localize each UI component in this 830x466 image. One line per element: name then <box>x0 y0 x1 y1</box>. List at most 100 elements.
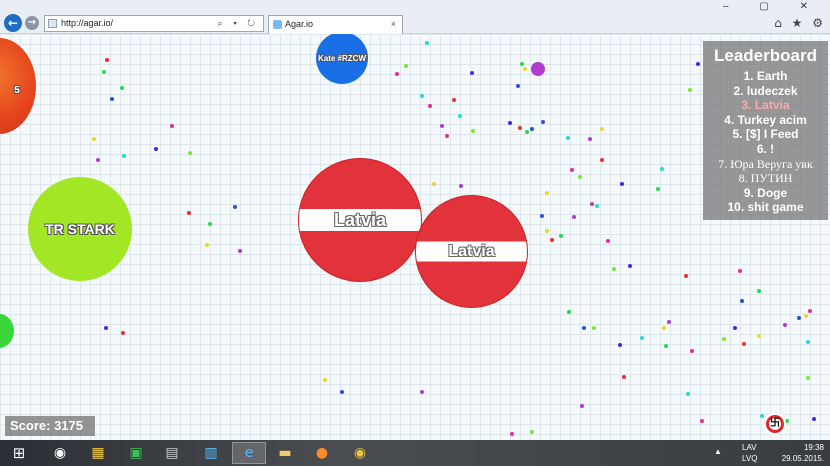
food-pellet <box>428 104 432 108</box>
food-pellet <box>812 417 816 421</box>
window-controls[interactable]: – ▢ ✕ <box>723 1 822 12</box>
leaderboard-entry: 5. [$] I Feed <box>732 127 799 142</box>
leaderboard: Leaderboard 1. Earth 2. ludeczek 3. Latv… <box>703 41 828 220</box>
food-pellet <box>395 72 399 76</box>
food-pellet <box>757 289 761 293</box>
small-green-cell <box>0 314 14 348</box>
leaderboard-entry: 1. Earth <box>743 69 788 83</box>
food-pellet <box>620 182 624 186</box>
food-pellet <box>154 147 158 151</box>
store-icon[interactable]: ▦ <box>86 442 110 464</box>
food-pellet <box>550 238 554 242</box>
game-canvas[interactable]: 5 Kate #RZCW TR STARK Latvia Latvia Lead… <box>0 34 830 440</box>
food-pellet <box>541 120 545 124</box>
excel-icon[interactable]: ▣ <box>124 442 148 464</box>
food-pellet <box>684 274 688 278</box>
food-pellet <box>523 67 527 71</box>
food-pellet <box>660 167 664 171</box>
latvia-cell-large: Latvia <box>298 158 422 282</box>
firefox-icon[interactable]: ● <box>310 442 334 464</box>
chrome-icon[interactable]: ◉ <box>48 442 72 464</box>
no-entry-badge-icon: 卐 <box>764 413 786 435</box>
food-pellet <box>445 134 449 138</box>
food-pellet <box>525 130 529 134</box>
file-explorer-icon[interactable]: ▬ <box>272 442 298 464</box>
food-pellet <box>600 127 604 131</box>
food-pellet <box>530 430 534 434</box>
food-pellet <box>122 154 126 158</box>
home-favorites-settings-icons[interactable]: ⌂ ★ ⚙ <box>774 16 826 30</box>
food-pellet <box>530 127 534 131</box>
page-icon <box>48 19 57 28</box>
tr-stark-cell-name: TR STARK <box>45 221 115 237</box>
food-pellet <box>102 70 106 74</box>
address-tools-icons[interactable]: ⌕ ▾ ↻ <box>218 16 259 31</box>
leaderboard-entry: 10. shit game <box>727 200 804 215</box>
food-pellet <box>120 86 124 90</box>
food-pellet <box>440 124 444 128</box>
food-pellet <box>92 137 96 141</box>
food-pellet <box>566 136 570 140</box>
kate-cell: Kate #RZCW <box>316 34 368 84</box>
food-pellet <box>96 158 100 162</box>
leaderboard-entry-self: 3. Latvia <box>741 98 790 113</box>
food-pellet <box>595 204 599 208</box>
food-pellet <box>404 64 408 68</box>
food-pellet <box>688 88 692 92</box>
chrome-app-icon[interactable]: ◉ <box>348 442 372 464</box>
food-pellet <box>572 215 576 219</box>
back-arrow-icon[interactable]: ← <box>4 14 22 32</box>
food-pellet <box>187 211 191 215</box>
agario-favicon-icon <box>273 20 282 29</box>
food-pellet <box>323 378 327 382</box>
media-icon[interactable]: ▤ <box>160 442 184 464</box>
food-pellet <box>760 414 764 418</box>
clock-date: 29.05.2015. <box>781 454 824 463</box>
food-pellet <box>738 269 742 273</box>
food-pellet <box>233 205 237 209</box>
food-pellet <box>121 331 125 335</box>
internet-explorer-icon[interactable]: e <box>232 442 266 464</box>
food-pellet <box>612 267 616 271</box>
latvia-cell-small-name: Latvia <box>448 242 495 260</box>
food-pellet <box>664 344 668 348</box>
language-indicator[interactable]: LAV LVQ <box>742 442 757 464</box>
food-pellet <box>804 314 808 318</box>
food-pellet <box>622 375 626 379</box>
tab-close-icon[interactable]: × <box>391 16 396 33</box>
leaderboard-list: 1. Earth 2. ludeczek 3. Latvia 4. Turkey… <box>703 69 828 215</box>
food-pellet <box>783 323 787 327</box>
browser-toolbar: ← → http://agar.io/ ⌕ ▾ ↻ Agar.io × – ▢ … <box>0 0 830 34</box>
food-pellet <box>740 299 744 303</box>
leaderboard-entry: 6. ! <box>756 141 775 156</box>
food-pellet <box>188 151 192 155</box>
tab-agario[interactable]: Agar.io × <box>268 15 403 34</box>
food-pellet <box>808 309 812 313</box>
food-pellet <box>567 310 571 314</box>
forward-arrow-icon[interactable]: → <box>25 16 39 30</box>
food-pellet <box>700 419 704 423</box>
food-pellet <box>508 121 512 125</box>
food-pellet <box>516 84 520 88</box>
leaderboard-title: Leaderboard <box>714 46 817 65</box>
food-pellet <box>170 124 174 128</box>
food-pellet <box>797 316 801 320</box>
tray-arrow-icon[interactable]: ▲ <box>714 447 722 456</box>
food-pellet <box>806 340 810 344</box>
food-pellet <box>452 98 456 102</box>
food-pellet <box>545 229 549 233</box>
language-bottom: LVQ <box>742 454 758 463</box>
latvia-cell-large-name: Latvia <box>333 209 387 230</box>
food-pellet <box>545 191 549 195</box>
food-pellet <box>510 432 514 436</box>
latvia-cell-small: Latvia <box>415 195 528 308</box>
planet-cell: 5 <box>0 38 36 134</box>
control-panel-icon[interactable]: ▥ <box>198 442 224 464</box>
food-pellet <box>733 326 737 330</box>
address-bar[interactable]: http://agar.io/ ⌕ ▾ ↻ <box>44 15 264 32</box>
clock[interactable]: 19:38 29.05.2015. <box>782 442 824 464</box>
windows-taskbar: ⊞ ◉ ▦ ▣ ▤ ▥ e ▬ ● ◉ ▲ LAV LVQ 19:38 29.0… <box>0 440 830 466</box>
language-top: LAV <box>742 443 757 452</box>
windows-logo-icon[interactable]: ⊞ <box>8 442 30 464</box>
food-pellet <box>582 326 586 330</box>
